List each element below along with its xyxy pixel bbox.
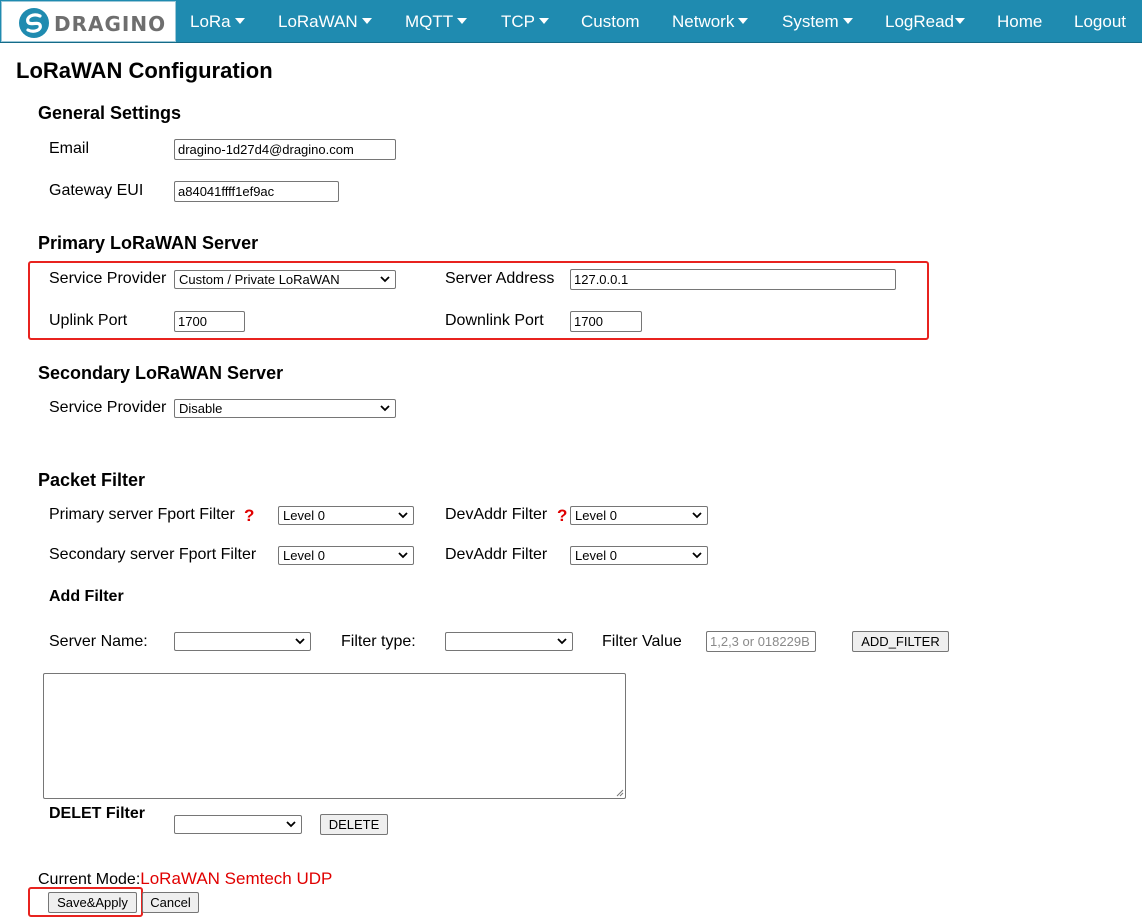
filter-list-textarea[interactable]: [43, 673, 626, 799]
downlink-port-label: Downlink Port: [445, 312, 544, 329]
help-icon[interactable]: ?: [557, 506, 567, 526]
email-field[interactable]: [174, 139, 396, 160]
cancel-button[interactable]: Cancel: [142, 892, 199, 913]
secondary-fport-value: Level 0: [283, 548, 325, 563]
primary-fport-label: Primary server Fport Filter: [49, 506, 235, 523]
uplink-port-field[interactable]: [174, 311, 245, 332]
chevron-down-icon: [557, 638, 567, 645]
chevron-down-icon: [234, 18, 245, 24]
filter-type-label: Filter type:: [341, 633, 416, 650]
secondary-devaddr-select[interactable]: Level 0: [570, 546, 708, 565]
chevron-down-icon: [692, 552, 702, 559]
nav-tcp[interactable]: TCP: [501, 0, 549, 43]
secondary-devaddr-label: DevAddr Filter: [445, 546, 548, 563]
nav-logout-label: Logout: [1074, 12, 1126, 31]
current-mode: Current Mode:LoRaWAN Semtech UDP: [38, 869, 332, 889]
chevron-down-icon: [539, 18, 549, 24]
primary-provider-value: Custom / Private LoRaWAN: [179, 272, 340, 287]
primary-provider-select[interactable]: Custom / Private LoRaWAN: [174, 270, 396, 289]
delete-filter-select[interactable]: [174, 815, 302, 834]
add-filter-button[interactable]: ADD_FILTER: [852, 631, 949, 652]
chevron-down-icon: [398, 512, 408, 519]
nav-system-label: System: [782, 12, 839, 31]
nav-logout[interactable]: Logout: [1074, 0, 1126, 43]
gateway-eui-field[interactable]: [174, 181, 339, 202]
brand-name: DRAGINO: [54, 12, 167, 36]
nav-lorawan[interactable]: LoRaWAN: [278, 0, 372, 43]
chevron-down-icon: [457, 18, 468, 24]
delete-filter-heading: DELET Filter: [49, 805, 146, 822]
primary-provider-label: Service Provider: [49, 270, 167, 287]
chevron-down-icon: [738, 18, 749, 24]
server-address-field[interactable]: [570, 269, 896, 290]
page-title: LoRaWAN Configuration: [16, 58, 273, 83]
nav-network[interactable]: Network: [672, 0, 749, 43]
primary-fport-select[interactable]: Level 0: [278, 506, 414, 525]
save-apply-button[interactable]: Save&Apply: [48, 892, 137, 913]
email-label: Email: [49, 140, 90, 157]
chevron-down-icon: [380, 276, 390, 283]
chevron-down-icon: [295, 638, 305, 645]
help-icon[interactable]: ?: [244, 506, 254, 526]
nav-lorawan-label: LoRaWAN: [278, 12, 358, 31]
packet-filter-heading: Packet Filter: [38, 470, 146, 490]
general-settings-heading: General Settings: [38, 103, 182, 123]
nav-custom[interactable]: Custom: [581, 0, 640, 43]
nav-lora[interactable]: LoRa: [190, 0, 245, 43]
downlink-port-field[interactable]: [570, 311, 642, 332]
server-address-label: Server Address: [445, 270, 555, 287]
nav-home[interactable]: Home: [997, 0, 1042, 43]
secondary-fport-label: Secondary server Fport Filter: [49, 546, 257, 563]
filter-type-select[interactable]: [445, 632, 573, 651]
secondary-provider-label: Service Provider: [49, 399, 167, 416]
chevron-down-icon: [361, 18, 372, 24]
nav-mqtt[interactable]: MQTT: [405, 0, 468, 43]
delete-button[interactable]: DELETE: [320, 814, 388, 835]
primary-devaddr-label: DevAddr Filter: [445, 506, 548, 523]
current-mode-label: Current Mode:: [38, 871, 141, 888]
secondary-provider-select[interactable]: Disable: [174, 399, 396, 418]
filter-value-field[interactable]: [706, 631, 816, 652]
nav-custom-label: Custom: [581, 12, 640, 31]
chevron-down-icon: [398, 552, 408, 559]
secondary-fport-select[interactable]: Level 0: [278, 546, 414, 565]
chevron-down-icon: [955, 18, 966, 24]
add-filter-heading: Add Filter: [49, 588, 124, 605]
primary-fport-value: Level 0: [283, 508, 325, 523]
nav-tcp-label: TCP: [501, 12, 535, 31]
primary-devaddr-value: Level 0: [575, 508, 617, 523]
nav-logread[interactable]: LogRead: [885, 0, 966, 43]
chevron-down-icon: [842, 18, 853, 24]
primary-server-heading: Primary LoRaWAN Server: [38, 233, 259, 253]
top-navbar: DRAGINO LoRa LoRaWAN MQTT TCP Custom Net…: [0, 0, 1142, 43]
chevron-down-icon: [692, 512, 702, 519]
nav-mqtt-label: MQTT: [405, 12, 454, 31]
server-name-label: Server Name:: [49, 633, 148, 650]
chevron-down-icon: [380, 405, 390, 412]
brand-logo[interactable]: DRAGINO: [1, 1, 176, 42]
nav-logread-label: LogRead: [885, 12, 955, 31]
secondary-server-heading: Secondary LoRaWAN Server: [38, 363, 284, 383]
nav-lora-label: LoRa: [190, 12, 231, 31]
uplink-port-label: Uplink Port: [49, 312, 128, 329]
chevron-down-icon: [286, 821, 296, 828]
filter-value-label: Filter Value: [602, 633, 682, 650]
nav-network-label: Network: [672, 12, 735, 31]
nav-home-label: Home: [997, 12, 1043, 31]
server-name-select[interactable]: [174, 632, 311, 651]
secondary-provider-value: Disable: [179, 401, 223, 416]
gateway-eui-label: Gateway EUI: [49, 182, 144, 199]
nav-system[interactable]: System: [782, 0, 853, 43]
secondary-devaddr-value: Level 0: [575, 548, 617, 563]
resize-grip-icon[interactable]: [614, 787, 624, 797]
current-mode-value: LoRaWAN Semtech UDP: [140, 869, 333, 888]
primary-devaddr-select[interactable]: Level 0: [570, 506, 708, 525]
dragino-logo-icon: [19, 8, 49, 38]
